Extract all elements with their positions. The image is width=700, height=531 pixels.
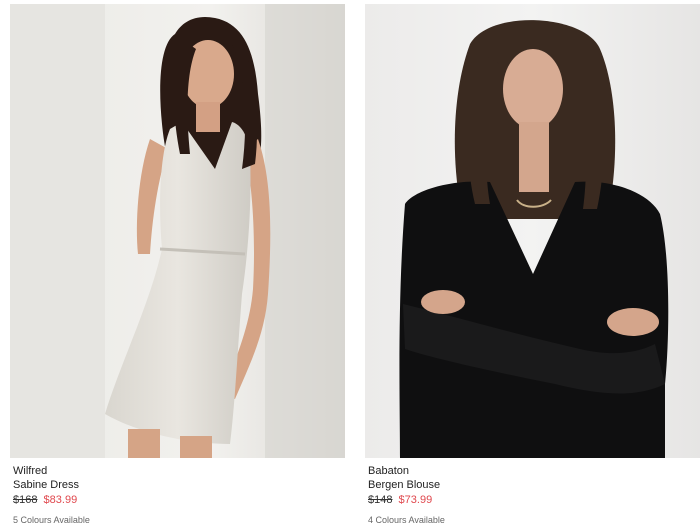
product-info: Wilfred Sabine Dress $168 $83.99 5 Colou… [10, 458, 345, 526]
colours-available[interactable]: 4 Colours Available [368, 514, 700, 526]
blouse-photo-icon [365, 4, 700, 458]
sale-price: $83.99 [43, 494, 78, 506]
product-image[interactable] [10, 4, 345, 458]
product-info: Babaton Bergen Blouse $148 $73.99 4 Colo… [365, 458, 700, 526]
product-card[interactable]: Babaton Bergen Blouse $148 $73.99 4 Colo… [365, 4, 700, 526]
product-image[interactable] [365, 4, 700, 458]
dress-photo-icon [10, 4, 345, 458]
original-price: $148 [368, 494, 393, 506]
product-price: $168 $83.99 [13, 493, 345, 507]
product-name[interactable]: Sabine Dress [13, 478, 345, 492]
colours-available[interactable]: 5 Colours Available [13, 514, 345, 526]
sale-price: $73.99 [398, 494, 433, 506]
product-card[interactable]: Wilfred Sabine Dress $168 $83.99 5 Colou… [10, 4, 345, 526]
product-brand[interactable]: Wilfred [13, 464, 345, 478]
product-grid: Wilfred Sabine Dress $168 $83.99 5 Colou… [0, 0, 700, 531]
product-name[interactable]: Bergen Blouse [368, 478, 700, 492]
original-price: $168 [13, 494, 38, 506]
product-brand[interactable]: Babaton [368, 464, 700, 478]
product-price: $148 $73.99 [368, 493, 700, 507]
